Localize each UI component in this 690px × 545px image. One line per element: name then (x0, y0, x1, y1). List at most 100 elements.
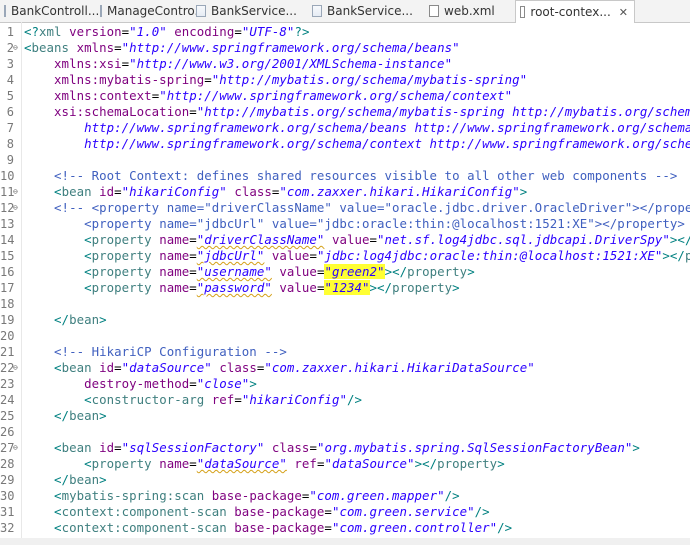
tab-2[interactable]: BankService... (192, 0, 308, 22)
code-text: xmlns:context="http://www.springframewor… (54, 88, 513, 103)
code-line: 9 (0, 152, 690, 168)
code-text: <property name="dataSource" ref="dataSou… (84, 456, 505, 471)
line-number: 32 (0, 521, 15, 535)
code-line: 2 ⊖ <beans xmlns="http://www.springframewo… (0, 40, 690, 56)
line-number: 26 (0, 425, 15, 439)
tab-0[interactable]: BankControll... (0, 0, 100, 22)
line-number: 5 (6, 89, 14, 103)
code-text: <property name="password" value="1234"><… (84, 280, 460, 295)
code-line: 16 <property name="username" value="gree… (0, 264, 690, 280)
code-line: 28 <property name="dataSource" ref="data… (0, 456, 690, 472)
code-line: 20 (0, 328, 690, 344)
line-number: 18 (0, 297, 15, 311)
line-number: 19 (0, 313, 15, 327)
code-text: <bean id="hikariConfig" class="com.zaxxe… (54, 184, 528, 199)
code-text: destroy-method="close"> (84, 376, 257, 391)
close-tab-icon[interactable]: ✕ (619, 6, 628, 19)
java-file-icon (312, 5, 322, 17)
code-text: <bean id="sqlSessionFactory" class="org.… (54, 440, 640, 455)
line-number: 2 (6, 41, 14, 55)
line-number: 8 (6, 137, 14, 151)
tab-label: BankService... (211, 4, 297, 18)
line-number: 30 (0, 489, 15, 503)
tab-label: BankService... (327, 4, 413, 18)
code-line: 18 (0, 296, 690, 312)
fold-toggle-icon[interactable]: ⊖ (13, 200, 18, 216)
java-file-icon (100, 5, 102, 17)
fold-toggle-icon[interactable]: ⊖ (13, 360, 18, 376)
line-number: 24 (0, 393, 15, 407)
line-number: 14 (0, 233, 15, 247)
code-line: 21 <!-- HikariCP Configuration --> (0, 344, 690, 360)
code-text: <context:component-scan base-package="co… (54, 520, 513, 535)
line-number: 4 (6, 73, 14, 87)
code-text: <!-- HikariCP Configuration --> (54, 344, 287, 359)
code-line: 10 <!-- Root Context: defines shared res… (0, 168, 690, 184)
code-line: 3 xmlns:xsi="http://www.w3.org/2001/XMLS… (0, 56, 690, 72)
code-line: 17 <property name="password" value="1234… (0, 280, 690, 296)
code-text: <!-- <property name="driverClassName" va… (54, 200, 690, 215)
line-number: 17 (0, 281, 15, 295)
xml-file-icon (429, 5, 439, 17)
line-number: 6 (6, 105, 14, 119)
line-number: 9 (6, 153, 14, 167)
fold-toggle-icon[interactable]: ⊖ (13, 440, 18, 456)
code-text: <property name="driverClassName" value="… (84, 232, 690, 247)
line-number: 16 (0, 265, 15, 279)
tab-3[interactable]: BankService... (308, 0, 425, 22)
code-line: 11 ⊖ <bean id="hikariConfig" class="com.z… (0, 184, 690, 200)
tab-1[interactable]: ManageContro... (96, 0, 206, 22)
tab-label: BankControll... (11, 4, 100, 18)
line-number: 11 (0, 185, 15, 199)
java-file-icon (196, 5, 206, 17)
code-line: 13 <property name="jdbcUrl" value="jdbc:… (0, 216, 690, 232)
code-line: 8 http://www.springframework.org/schema/… (0, 136, 690, 152)
fold-toggle-icon[interactable]: ⊖ (13, 184, 18, 200)
code-text: <bean id="dataSource" class="com.zaxxer.… (54, 360, 535, 375)
code-text: xsi:schemaLocation="http://mybatis.org/s… (54, 104, 690, 119)
tab-label: root-contex... (530, 5, 611, 19)
code-line: 22 ⊖ <bean id="dataSource" class="com.zax… (0, 360, 690, 376)
line-number: 23 (0, 377, 15, 391)
line-number: 12 (0, 201, 15, 215)
xml-editor[interactable]: 1 <?xml version="1.0" encoding="UTF-8"?> 2… (0, 22, 690, 545)
code-text: </bean> (54, 408, 107, 423)
line-number: 10 (0, 169, 15, 183)
code-text: xmlns:xsi="http://www.w3.org/2001/XMLSch… (54, 56, 453, 71)
tab-5[interactable]: root-contex... ✕ (515, 0, 635, 23)
code-text: <property name="jdbcUrl" value="jdbc:ora… (84, 216, 690, 231)
horizontal-scrollbar[interactable] (0, 538, 690, 545)
line-number: 20 (0, 329, 15, 343)
code-line: 7 http://www.springframework.org/schema/… (0, 120, 690, 136)
tab-label: web.xml (444, 4, 495, 18)
line-number: 29 (0, 473, 15, 487)
code-line: 23 destroy-method="close"> (0, 376, 690, 392)
fold-toggle-icon[interactable]: ⊖ (13, 40, 18, 56)
code-text: <context:component-scan base-package="co… (54, 504, 490, 519)
code-line: 25 </bean> (0, 408, 690, 424)
code-text: <property name="username" value="green2"… (84, 264, 475, 279)
code-line: 24 <constructor-arg ref="hikariConfig"/> (0, 392, 690, 408)
code-line: 32 <context:component-scan base-package=… (0, 520, 690, 536)
code-text: <constructor-arg ref="hikariConfig"/> (84, 392, 362, 407)
code-line: 5 xmlns:context="http://www.springframew… (0, 88, 690, 104)
code-line: 14 <property name="driverClassName" valu… (0, 232, 690, 248)
java-file-icon (4, 5, 6, 17)
code-line: 30 <mybatis-spring:scan base-package="co… (0, 488, 690, 504)
code-line: 1 <?xml version="1.0" encoding="UTF-8"?> (0, 24, 690, 40)
code-line: 19 </bean> (0, 312, 690, 328)
line-number: 22 (0, 361, 15, 375)
line-number: 7 (6, 121, 14, 135)
line-number: 28 (0, 457, 15, 471)
xml-file-icon (520, 6, 526, 18)
code-text: </bean> (54, 312, 107, 327)
line-number: 13 (0, 217, 15, 231)
code-text: xmlns:mybatis-spring="http://mybatis.org… (54, 72, 528, 87)
code-line: 29 </bean> (0, 472, 690, 488)
line-number: 3 (6, 57, 14, 71)
code-line: 26 (0, 424, 690, 440)
line-number: 21 (0, 345, 15, 359)
code-text: http://www.springframework.org/schema/co… (84, 136, 690, 151)
code-text: <beans xmlns="http://www.springframework… (24, 40, 460, 55)
tab-4[interactable]: web.xml (425, 0, 515, 22)
